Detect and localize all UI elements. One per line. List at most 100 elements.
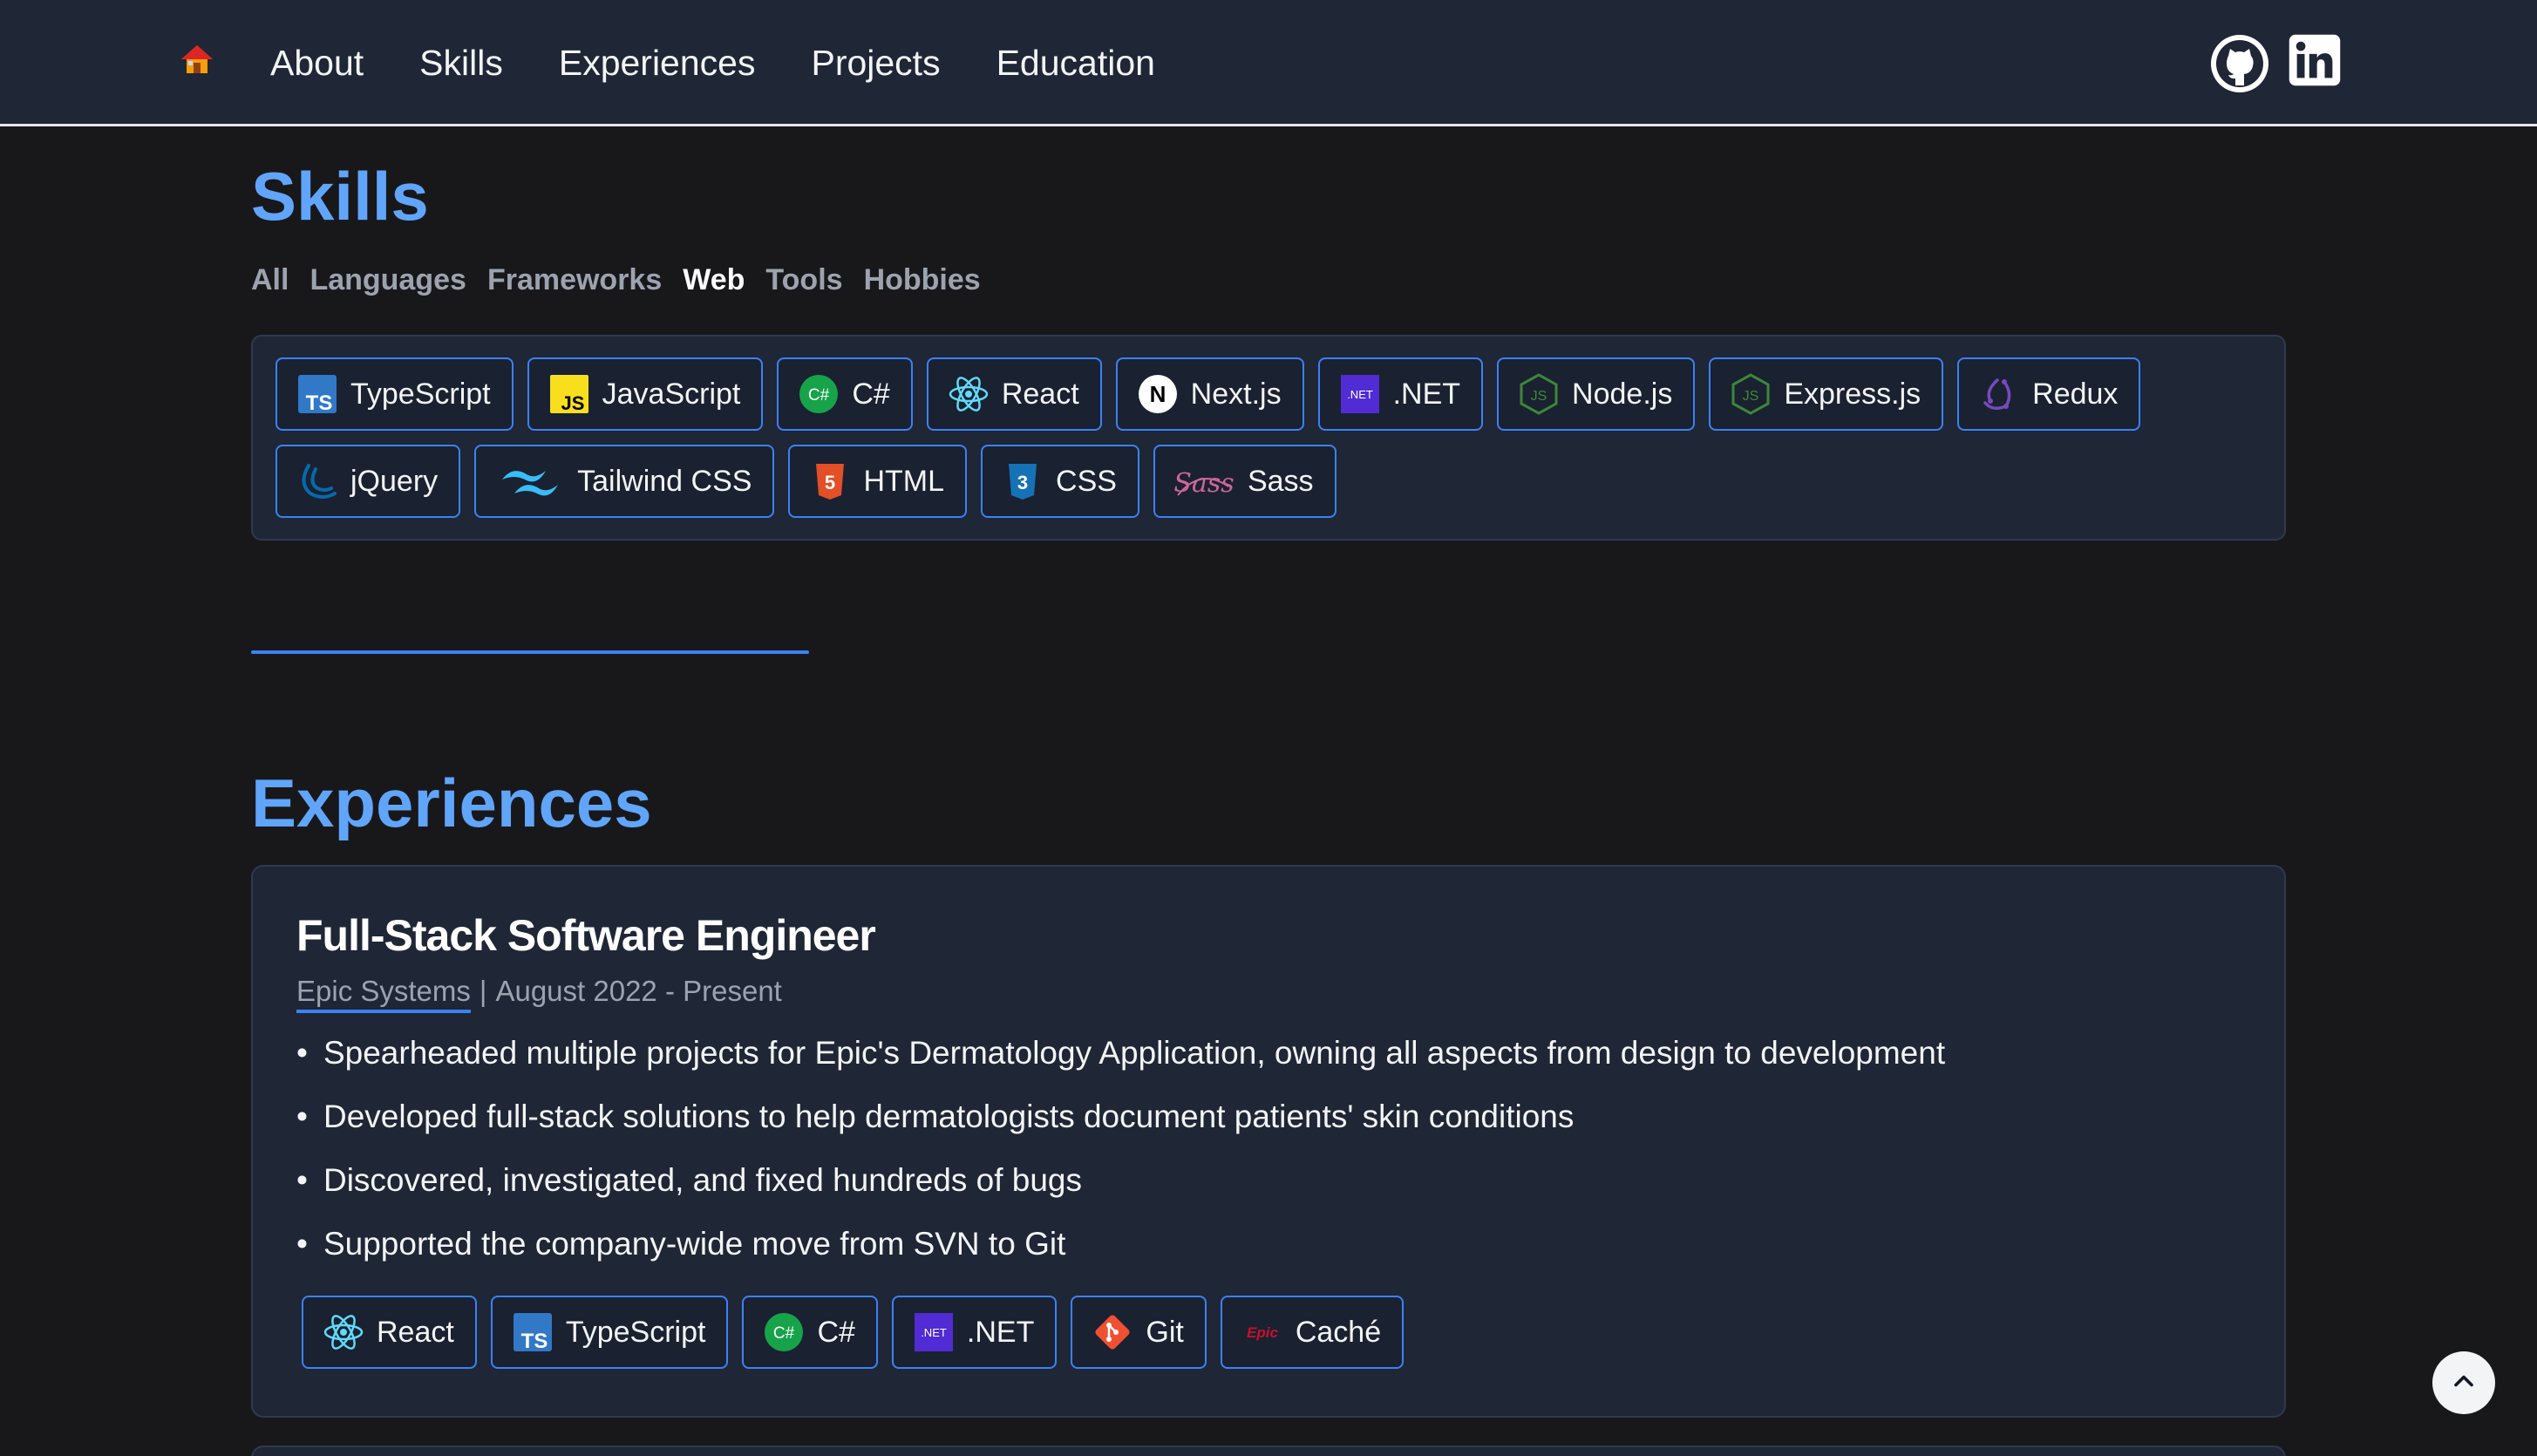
job-title: Full-Stack Software Engineer xyxy=(296,911,876,960)
html5-icon: 5 xyxy=(809,460,851,502)
skill-chip-nodejs[interactable]: JS Node.js xyxy=(1497,357,1696,431)
top-nav: About Skills Experiences Projects Educat… xyxy=(0,0,2537,126)
tech-chip-csharp[interactable]: C# C# xyxy=(742,1296,878,1369)
nav-link-skills[interactable]: Skills xyxy=(419,38,503,87)
filter-all[interactable]: All xyxy=(251,260,289,300)
git-icon xyxy=(1092,1311,1133,1353)
redux-icon xyxy=(1978,373,2020,415)
nav-link-education[interactable]: Education xyxy=(996,38,1155,87)
nav-link-about[interactable]: About xyxy=(270,38,364,87)
tech-label: C# xyxy=(817,1315,855,1349)
experience-card: Full-Stack Software Engineer Epic System… xyxy=(251,865,2286,1418)
list-item: Supported the company-wide move from SVN… xyxy=(296,1223,1945,1265)
skill-chip-expressjs[interactable]: JS Express.js xyxy=(1709,357,1944,431)
skill-chip-csharp[interactable]: C# C# xyxy=(777,357,913,431)
svg-text:JS: JS xyxy=(561,392,584,414)
skill-chip-react[interactable]: React xyxy=(926,357,1102,431)
skill-label: TypeScript xyxy=(350,377,491,411)
react-icon xyxy=(323,1311,364,1353)
scroll-to-top-button[interactable] xyxy=(2432,1351,2495,1414)
nav-links: About Skills Experiences Projects Educat… xyxy=(270,38,1155,87)
dotnet-icon: .NET xyxy=(1339,373,1381,415)
nav-link-projects[interactable]: Projects xyxy=(811,38,940,87)
react-icon xyxy=(948,373,990,415)
skill-chip-javascript[interactable]: JS JavaScript xyxy=(527,357,764,431)
nodejs-icon: JS xyxy=(1518,373,1560,415)
list-item: Developed full-stack solutions to help d… xyxy=(296,1096,1945,1138)
skill-filters: All Languages Frameworks Web Tools Hobbi… xyxy=(251,260,981,300)
list-item: Discovered, investigated, and fixed hund… xyxy=(296,1160,1945,1201)
svg-text:Epic: Epic xyxy=(1247,1324,1278,1341)
github-icon[interactable] xyxy=(2209,33,2270,94)
skill-label: jQuery xyxy=(350,464,439,498)
tech-label: TypeScript xyxy=(565,1315,706,1349)
skill-label: Redux xyxy=(2032,377,2119,411)
skills-heading: Skills xyxy=(251,158,429,235)
linkedin-icon[interactable] xyxy=(2288,33,2349,94)
skill-chip-dotnet[interactable]: .NET .NET xyxy=(1317,357,1484,431)
tech-chip-git[interactable]: Git xyxy=(1071,1296,1207,1369)
svg-text:TS: TS xyxy=(520,1330,548,1353)
nextjs-icon: N xyxy=(1137,373,1179,415)
tech-chip-react[interactable]: React xyxy=(302,1296,477,1369)
skill-chip-sass[interactable]: Sass Sass xyxy=(1153,445,1337,518)
skill-label: Express.js xyxy=(1784,377,1921,411)
sass-icon: Sass xyxy=(1174,460,1235,502)
skill-chip-redux[interactable]: Redux xyxy=(1957,357,2141,431)
svg-text:TS: TS xyxy=(306,391,333,415)
tech-chip-typescript[interactable]: TS TypeScript xyxy=(490,1296,729,1369)
skill-chip-nextjs[interactable]: N Next.js xyxy=(1115,357,1304,431)
filter-web[interactable]: Web xyxy=(683,260,745,300)
section-divider xyxy=(251,650,809,654)
svg-text:5: 5 xyxy=(825,472,835,493)
skill-label: Next.js xyxy=(1190,377,1282,411)
tech-chip-dotnet[interactable]: .NET .NET xyxy=(891,1296,1058,1369)
filter-frameworks[interactable]: Frameworks xyxy=(487,260,662,300)
svg-text:3: 3 xyxy=(1017,472,1028,493)
skills-row-1: TS TypeScript JS JavaScript C# C# React … xyxy=(275,357,2141,431)
job-tech-tags: React TS TypeScript C# C# .NET .NET Git … xyxy=(302,1296,1405,1369)
skill-label: C# xyxy=(852,377,890,411)
skill-chip-tailwind[interactable]: Tailwind CSS xyxy=(474,445,775,518)
nav-link-experiences[interactable]: Experiences xyxy=(559,38,756,87)
skill-label: Sass xyxy=(1247,464,1314,498)
chevron-up-icon xyxy=(2448,1365,2479,1401)
skill-label: HTML xyxy=(863,464,945,498)
skill-label: CSS xyxy=(1056,464,1117,498)
filter-languages[interactable]: Languages xyxy=(309,260,466,300)
svg-text:C#: C# xyxy=(808,386,830,405)
skill-chip-html[interactable]: 5 HTML xyxy=(788,445,968,518)
experiences-heading: Experiences xyxy=(251,765,652,841)
epic-icon: Epic xyxy=(1241,1311,1283,1353)
job-dates: August 2022 - Present xyxy=(495,975,782,1007)
svg-text:JS: JS xyxy=(1531,389,1547,404)
dotnet-icon: .NET xyxy=(913,1311,955,1353)
filter-hobbies[interactable]: Hobbies xyxy=(864,260,981,300)
house-icon[interactable] xyxy=(180,42,214,77)
list-item: Spearheaded multiple projects for Epic's… xyxy=(296,1032,1945,1074)
typescript-icon: TS xyxy=(512,1311,554,1353)
svg-text:JS: JS xyxy=(1743,389,1759,404)
tech-label: Git xyxy=(1146,1315,1184,1349)
skill-label: Tailwind CSS xyxy=(577,464,752,498)
company-link[interactable]: Epic Systems xyxy=(296,975,471,1013)
social-links xyxy=(2209,33,2349,94)
next-experience-card xyxy=(251,1446,2286,1456)
tech-chip-cache[interactable]: Epic Caché xyxy=(1220,1296,1405,1369)
skill-chip-jquery[interactable]: jQuery xyxy=(275,445,461,518)
filter-tools[interactable]: Tools xyxy=(765,260,842,300)
tailwind-icon xyxy=(495,460,565,502)
tech-label: React xyxy=(377,1315,454,1349)
skills-panel: TS TypeScript JS JavaScript C# C# React … xyxy=(251,335,2286,541)
css3-icon: 3 xyxy=(1002,460,1044,502)
skill-label: .NET xyxy=(1392,377,1461,411)
skill-chip-typescript[interactable]: TS TypeScript xyxy=(275,357,514,431)
job-bullets: Spearheaded multiple projects for Epic's… xyxy=(296,1032,1945,1287)
csharp-icon: C# xyxy=(763,1311,805,1353)
nodejs-icon: JS xyxy=(1730,373,1772,415)
svg-text:C#: C# xyxy=(773,1324,795,1343)
svg-text:.NET: .NET xyxy=(1347,388,1373,401)
skill-label: JavaScript xyxy=(602,377,741,411)
skill-chip-css[interactable]: 3 CSS xyxy=(981,445,1139,518)
skill-label: React xyxy=(1001,377,1079,411)
